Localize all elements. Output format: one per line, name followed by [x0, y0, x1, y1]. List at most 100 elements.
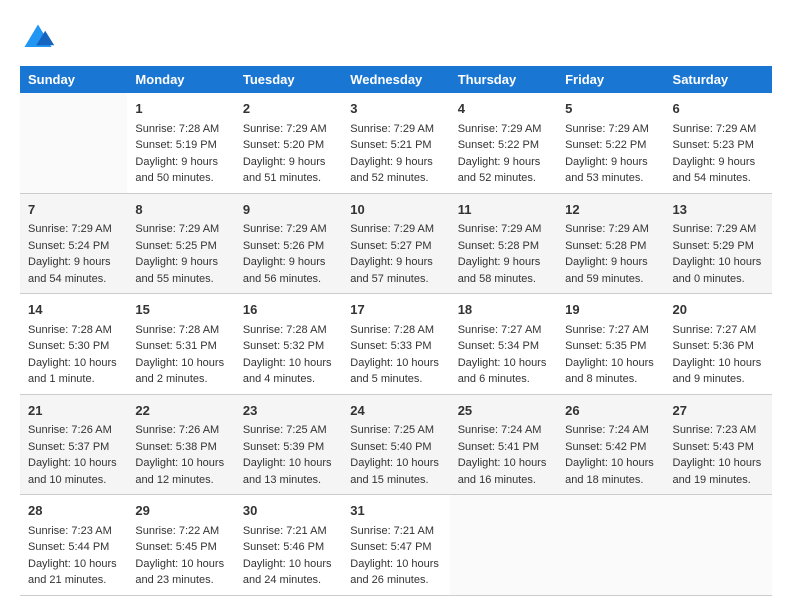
calendar-cell: 25Sunrise: 7:24 AMSunset: 5:41 PMDayligh…	[450, 394, 557, 495]
calendar-cell: 26Sunrise: 7:24 AMSunset: 5:42 PMDayligh…	[557, 394, 664, 495]
day-number: 2	[243, 99, 334, 119]
day-info-line: and 23 minutes.	[135, 572, 226, 589]
calendar-header-row: SundayMondayTuesdayWednesdayThursdayFrid…	[20, 66, 772, 93]
calendar-cell: 29 Sunrise: 7:22 AMSunset: 5:45 PMDayligh…	[127, 495, 234, 596]
page-header	[20, 20, 772, 56]
day-info-line: and 19 minutes.	[673, 472, 764, 489]
day-info-line: Sunset: 5:42 PM	[565, 439, 656, 456]
calendar-cell: 3Sunrise: 7:29 AMSunset: 5:21 PMDaylight…	[342, 93, 449, 193]
day-info-line: Sunset: 5:34 PM	[458, 338, 549, 355]
day-info-line: and 52 minutes.	[350, 170, 441, 187]
calendar-week-1: 1Sunrise: 7:28 AMSunset: 5:19 PMDaylight…	[20, 93, 772, 193]
calendar-cell: 10Sunrise: 7:29 AMSunset: 5:27 PMDayligh…	[342, 193, 449, 294]
day-info-line: Sunrise: 7:28 AM	[135, 121, 226, 138]
day-info-line: Sunset: 5:44 PM	[28, 539, 119, 556]
day-info-line: Sunrise: 7:27 AM	[673, 322, 764, 339]
day-info-line: Sunrise: 7:28 AM	[243, 322, 334, 339]
day-number: 24	[350, 401, 441, 421]
day-info-line: Daylight: 9 hours	[135, 254, 226, 271]
calendar-cell: 15Sunrise: 7:28 AMSunset: 5:31 PMDayligh…	[127, 294, 234, 395]
day-info-line: Daylight: 9 hours	[458, 154, 549, 171]
day-number: 16	[243, 300, 334, 320]
calendar-cell: 23Sunrise: 7:25 AMSunset: 5:39 PMDayligh…	[235, 394, 342, 495]
day-info-line: and 6 minutes.	[458, 371, 549, 388]
calendar-cell: 6Sunrise: 7:29 AMSunset: 5:23 PMDaylight…	[665, 93, 772, 193]
day-info-line: Sunrise: 7:25 AM	[350, 422, 441, 439]
day-info-line: Daylight: 9 hours	[243, 154, 334, 171]
day-info-line: Sunrise: 7:27 AM	[565, 322, 656, 339]
day-info-line: Sunset: 5:29 PM	[673, 238, 764, 255]
calendar-week-3: 14Sunrise: 7:28 AMSunset: 5:30 PMDayligh…	[20, 294, 772, 395]
calendar-cell: 12Sunrise: 7:29 AMSunset: 5:28 PMDayligh…	[557, 193, 664, 294]
day-number: 29	[135, 501, 226, 521]
day-number: 15	[135, 300, 226, 320]
day-info-line: Sunrise: 7:29 AM	[673, 221, 764, 238]
day-info-line: Daylight: 10 hours	[28, 556, 119, 573]
day-info-line: Sunset: 5:47 PM	[350, 539, 441, 556]
day-info-line: Sunset: 5:31 PM	[135, 338, 226, 355]
day-info-line: Sunrise: 7:23 AM	[673, 422, 764, 439]
day-info-line: Sunset: 5:45 PM	[135, 539, 226, 556]
day-info-line: and 24 minutes.	[243, 572, 334, 589]
day-info-line: Sunrise: 7:22 AM	[135, 523, 226, 540]
day-info-line: and 12 minutes.	[135, 472, 226, 489]
day-info-line: Daylight: 10 hours	[135, 455, 226, 472]
day-info-line: Daylight: 10 hours	[458, 355, 549, 372]
day-info-line: and 54 minutes.	[28, 271, 119, 288]
day-info-line: Sunset: 5:41 PM	[458, 439, 549, 456]
calendar-cell: 19Sunrise: 7:27 AMSunset: 5:35 PMDayligh…	[557, 294, 664, 395]
day-number: 31	[350, 501, 441, 521]
column-header-wednesday: Wednesday	[342, 66, 449, 93]
day-info-line: Sunset: 5:37 PM	[28, 439, 119, 456]
calendar-cell: 4Sunrise: 7:29 AMSunset: 5:22 PMDaylight…	[450, 93, 557, 193]
day-info-line: Daylight: 10 hours	[350, 556, 441, 573]
day-info-line: Sunrise: 7:26 AM	[135, 422, 226, 439]
day-info-line: and 0 minutes.	[673, 271, 764, 288]
day-info-line: and 9 minutes.	[673, 371, 764, 388]
day-info-line: Daylight: 10 hours	[565, 355, 656, 372]
day-info-line: Daylight: 10 hours	[458, 455, 549, 472]
calendar-cell: 7Sunrise: 7:29 AMSunset: 5:24 PMDaylight…	[20, 193, 127, 294]
column-header-tuesday: Tuesday	[235, 66, 342, 93]
calendar-cell: 9Sunrise: 7:29 AMSunset: 5:26 PMDaylight…	[235, 193, 342, 294]
day-info-line: and 8 minutes.	[565, 371, 656, 388]
column-header-monday: Monday	[127, 66, 234, 93]
calendar-cell: 11Sunrise: 7:29 AMSunset: 5:28 PMDayligh…	[450, 193, 557, 294]
calendar-table: SundayMondayTuesdayWednesdayThursdayFrid…	[20, 66, 772, 596]
day-number: 8	[135, 200, 226, 220]
day-info-line: Sunset: 5:39 PM	[243, 439, 334, 456]
calendar-cell: 5Sunrise: 7:29 AMSunset: 5:22 PMDaylight…	[557, 93, 664, 193]
calendar-cell	[20, 93, 127, 193]
day-info-line: Sunset: 5:21 PM	[350, 137, 441, 154]
day-info-line: Sunset: 5:35 PM	[565, 338, 656, 355]
day-info-line: Sunset: 5:27 PM	[350, 238, 441, 255]
calendar-cell: 30Sunrise: 7:21 AMSunset: 5:46 PMDayligh…	[235, 495, 342, 596]
day-info-line: Sunrise: 7:24 AM	[565, 422, 656, 439]
day-info-line: Sunrise: 7:29 AM	[243, 221, 334, 238]
day-info-line: Sunset: 5:22 PM	[458, 137, 549, 154]
day-number: 21	[28, 401, 119, 421]
day-info-line: Daylight: 10 hours	[565, 455, 656, 472]
day-number: 27	[673, 401, 764, 421]
day-info-line: Daylight: 10 hours	[673, 355, 764, 372]
day-number: 7	[28, 200, 119, 220]
day-number: 26	[565, 401, 656, 421]
day-info-line: and 13 minutes.	[243, 472, 334, 489]
calendar-week-2: 7Sunrise: 7:29 AMSunset: 5:24 PMDaylight…	[20, 193, 772, 294]
day-info-line: Daylight: 10 hours	[135, 556, 226, 573]
day-info-line: and 59 minutes.	[565, 271, 656, 288]
day-number: 9	[243, 200, 334, 220]
logo-icon	[20, 20, 56, 56]
day-info-line: and 58 minutes.	[458, 271, 549, 288]
column-header-thursday: Thursday	[450, 66, 557, 93]
calendar-cell: 1Sunrise: 7:28 AMSunset: 5:19 PMDaylight…	[127, 93, 234, 193]
calendar-cell: 24Sunrise: 7:25 AMSunset: 5:40 PMDayligh…	[342, 394, 449, 495]
day-info-line: Sunset: 5:23 PM	[673, 137, 764, 154]
day-info-line: and 4 minutes.	[243, 371, 334, 388]
day-info-line: Daylight: 9 hours	[28, 254, 119, 271]
day-info-line: Sunset: 5:43 PM	[673, 439, 764, 456]
day-info-line: Sunrise: 7:21 AM	[350, 523, 441, 540]
day-info-line: and 18 minutes.	[565, 472, 656, 489]
day-info-line: Sunrise: 7:28 AM	[350, 322, 441, 339]
day-info-line: Sunrise: 7:29 AM	[565, 221, 656, 238]
